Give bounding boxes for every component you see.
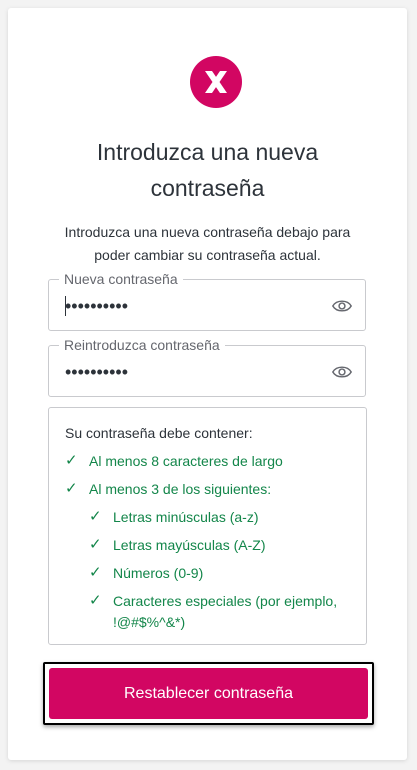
password-requirements: Su contraseña debe contener: ✓ Al menos … [48, 407, 367, 645]
requirement-text: Al menos 3 de los siguientes: [89, 481, 272, 497]
requirements-title: Su contraseña debe contener: [65, 425, 253, 441]
requirement-text: Al menos 8 caracteres de largo [89, 453, 283, 469]
requirement-text: !@#$%^&*) [113, 614, 186, 630]
new-password-value[interactable]: •••••••••• [65, 295, 128, 317]
submit-button-focus-ring: Restablecer contraseña [43, 662, 374, 725]
requirement-sub-item-continued: !@#$%^&*) [113, 611, 363, 633]
page-title: Introduzca una nueva contraseña [8, 134, 407, 206]
description-line-2: poder cambiar su contraseña actual. [94, 247, 321, 263]
eye-icon[interactable] [331, 362, 353, 382]
confirm-password-value[interactable]: •••••••••• [65, 361, 128, 383]
requirement-text: Caracteres especiales (por ejemplo, [113, 593, 338, 609]
page-title-line-1: Introduzca una nueva [96, 139, 319, 165]
page-title-line-2: contraseña [150, 175, 265, 201]
page-description: Introduzca una nueva contraseña debajo p… [48, 221, 367, 267]
reset-password-card: Introduzca una nueva contraseña Introduz… [8, 8, 407, 760]
check-icon: ✓ [89, 508, 102, 525]
requirement-text: Letras minúsculas (a-z) [113, 509, 259, 525]
requirement-text: Letras mayúsculas (A-Z) [113, 537, 266, 553]
eye-icon[interactable] [331, 296, 353, 316]
requirement-text: Números (0-9) [113, 565, 204, 581]
new-password-label: Nueva contraseña [59, 270, 183, 288]
check-icon: ✓ [89, 536, 102, 553]
description-line-1: Introduzca una nueva contraseña debajo p… [64, 224, 351, 240]
check-icon: ✓ [65, 452, 78, 469]
check-icon: ✓ [65, 480, 78, 497]
confirm-password-label: Reintroduzca contraseña [59, 336, 225, 354]
x-logo-icon [190, 56, 242, 108]
new-password-field[interactable]: Nueva contraseña •••••••••• [48, 270, 366, 331]
check-icon: ✓ [89, 592, 102, 609]
confirm-password-field[interactable]: Reintroduzca contraseña •••••••••• [48, 336, 366, 397]
check-icon: ✓ [89, 564, 102, 581]
reset-password-button[interactable]: Restablecer contraseña [49, 668, 368, 719]
